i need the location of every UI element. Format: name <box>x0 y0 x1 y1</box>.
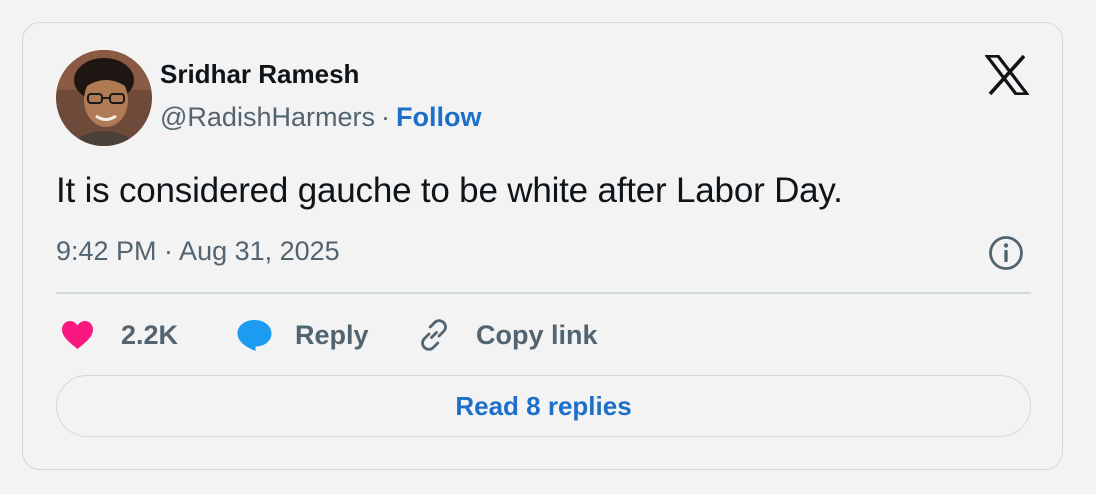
copy-link-label: Copy link <box>476 319 598 350</box>
author-handle-row: @RadishHarmers · Follow <box>160 102 481 133</box>
like-count: 2.2K <box>121 319 179 350</box>
profile-photo-avatar <box>56 50 152 146</box>
reply-button[interactable]: Reply <box>236 315 369 355</box>
author-name[interactable]: Sridhar Ramesh <box>160 59 359 90</box>
tweet-embed-card: Sridhar Ramesh @RadishHarmers · Follow It … <box>22 22 1063 470</box>
avatar[interactable] <box>56 50 152 146</box>
follow-link[interactable]: Follow <box>396 102 481 132</box>
speech-bubble-icon <box>237 320 272 351</box>
tweet-text: It is considered gauche to be white afte… <box>56 171 843 210</box>
like-button[interactable]: 2.2K <box>61 315 178 355</box>
author-handle[interactable]: @RadishHarmers <box>160 102 375 132</box>
read-replies-button[interactable]: Read 8 replies <box>56 375 1031 437</box>
tweet-timestamp[interactable]: 9:42 PM · Aug 31, 2025 <box>56 236 340 267</box>
x-logo-icon[interactable] <box>983 54 1031 96</box>
reply-label: Reply <box>295 319 369 350</box>
copy-link-button[interactable]: Copy link <box>416 315 598 355</box>
info-icon[interactable] <box>988 235 1024 271</box>
link-icon <box>421 319 447 351</box>
divider <box>56 292 1031 294</box>
heart-icon <box>62 321 93 349</box>
separator-dot: · <box>380 102 390 132</box>
read-replies-label: Read 8 replies <box>455 390 632 421</box>
